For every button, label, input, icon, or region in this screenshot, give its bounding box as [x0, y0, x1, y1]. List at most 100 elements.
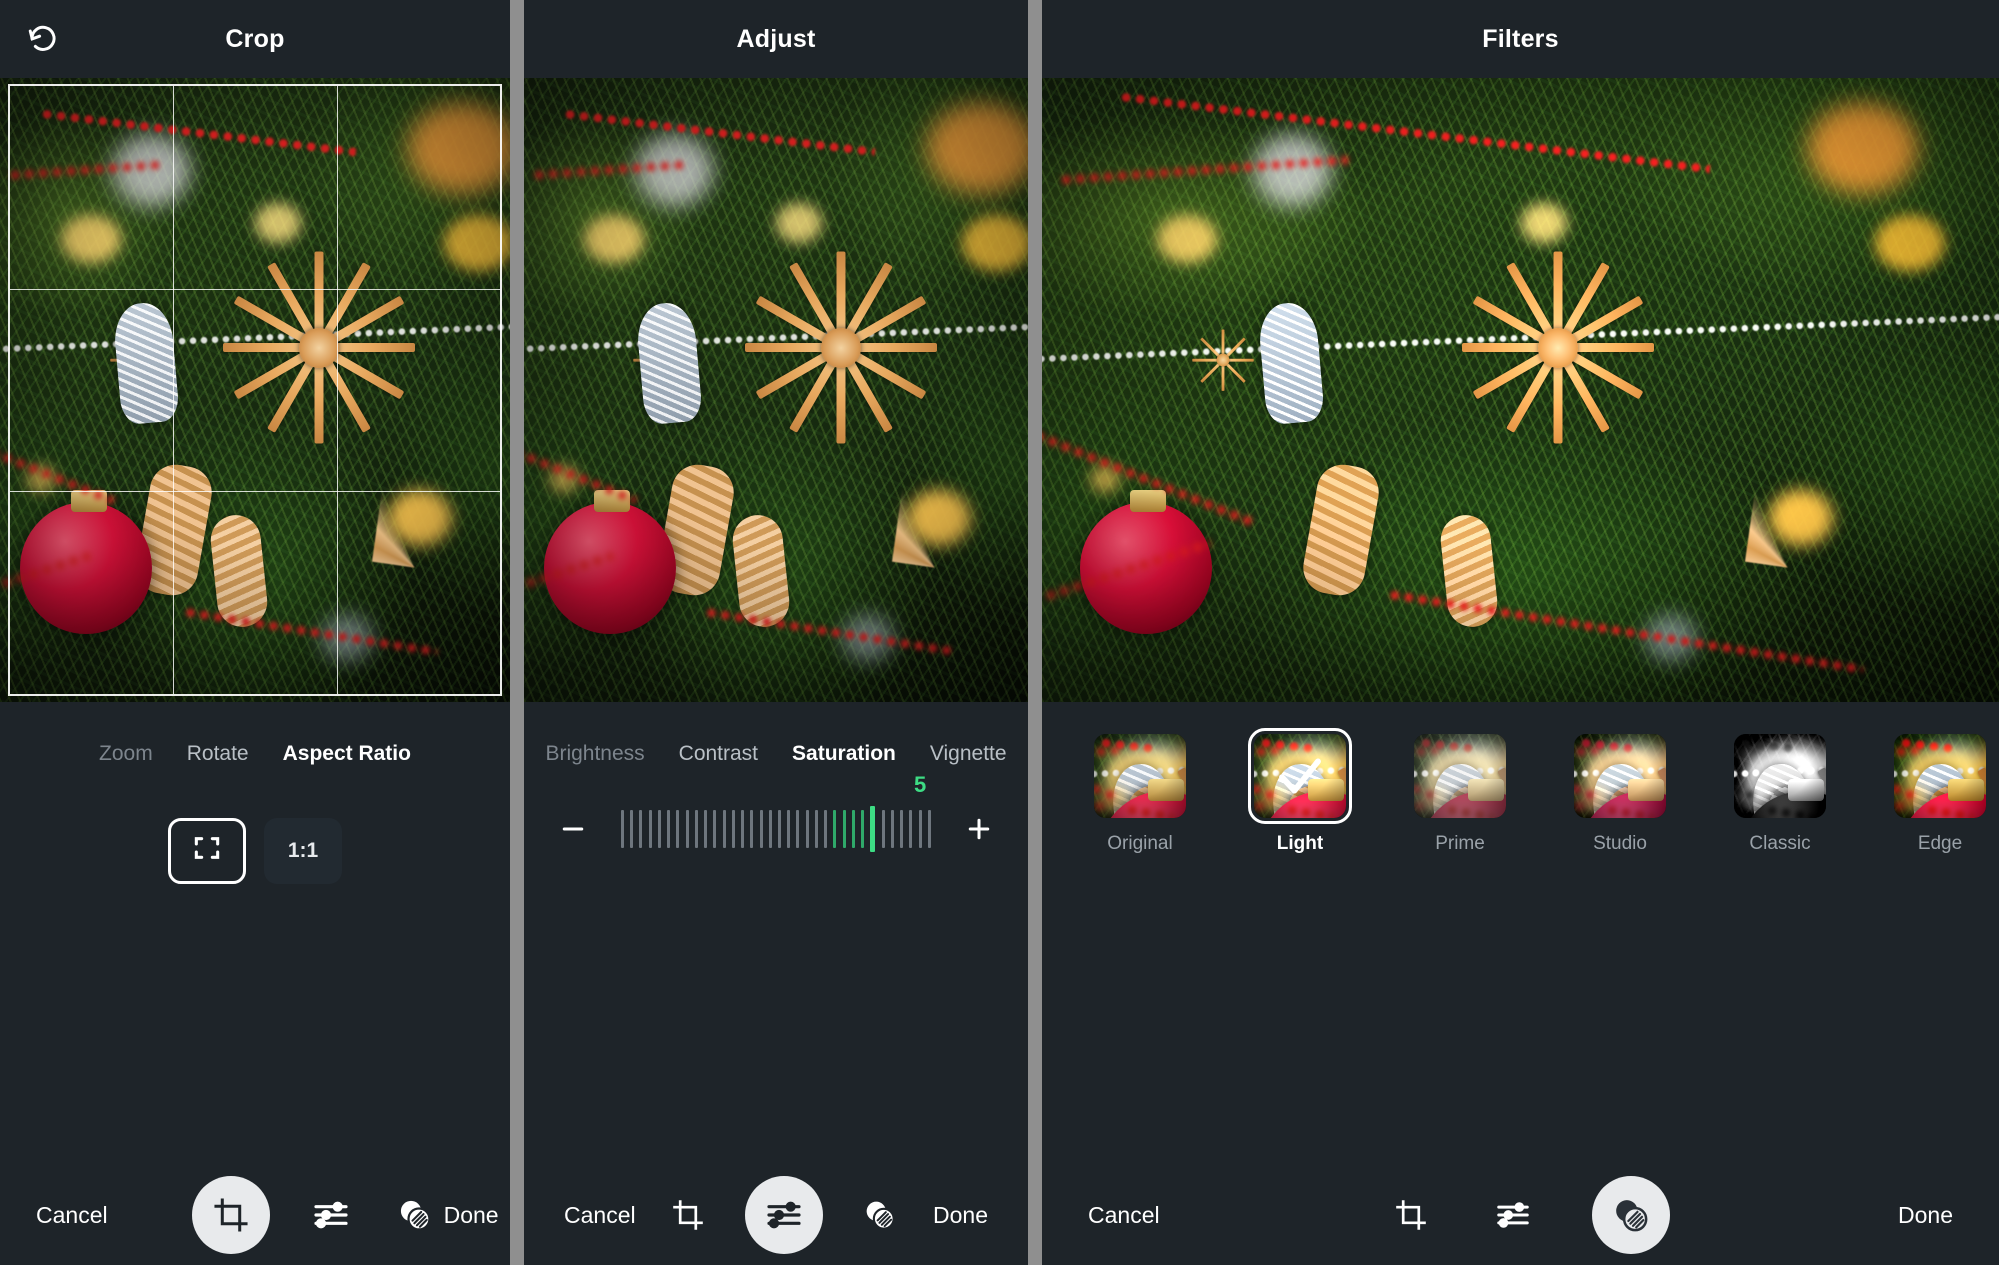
filter-preview-image — [1574, 734, 1666, 818]
filter-item-edge[interactable]: Edge — [1860, 728, 1999, 855]
crop-tool-tabs: Zoom Rotate Aspect Ratio — [0, 702, 510, 766]
filter-preview-image — [1094, 734, 1186, 818]
ruler-tick — [731, 810, 735, 848]
filter-item-prime[interactable]: Prime — [1380, 728, 1540, 855]
ruler-tick — [814, 810, 818, 848]
done-button[interactable]: Done — [927, 1202, 994, 1229]
filter-thumbnail — [1888, 728, 1992, 824]
photo-image — [524, 78, 1028, 702]
ruler-tick — [824, 810, 828, 848]
ruler-tick — [630, 810, 634, 848]
ruler-tick — [676, 810, 680, 848]
filters-bottom-bar: Cancel Done — [1042, 1165, 1999, 1265]
decrease-button[interactable] — [551, 807, 595, 851]
ruler-tick — [842, 810, 846, 848]
cancel-button[interactable]: Cancel — [30, 1202, 114, 1229]
done-button[interactable]: Done — [438, 1202, 505, 1229]
filter-thumbnail — [1568, 728, 1672, 824]
tab-contrast[interactable]: Contrast — [679, 742, 758, 766]
filter-label: Original — [1107, 833, 1173, 854]
ruler-tick — [639, 810, 643, 848]
adjust-icon[interactable] — [745, 1176, 824, 1254]
page-title: Adjust — [736, 24, 816, 53]
adjust-tool-tabs: Brightness Contrast Saturation Vignette — [524, 702, 1028, 766]
filter-preview-image — [1894, 734, 1986, 818]
filters-icon[interactable] — [1591, 1176, 1670, 1254]
photo-image — [1894, 734, 1986, 818]
free-crop-icon — [191, 832, 223, 870]
saturation-slider-area: 5 — [524, 772, 1028, 852]
filter-item-original[interactable]: Original — [1060, 728, 1220, 855]
crop-icon[interactable] — [1388, 1192, 1434, 1238]
ruler-tick — [833, 810, 837, 848]
adjust-icon[interactable] — [1490, 1192, 1536, 1238]
filter-label: Edge — [1917, 833, 1963, 854]
page-title: Crop — [225, 24, 285, 53]
aspect-ratio-1-1-button[interactable]: 1:1 — [264, 818, 342, 884]
ruler-tick — [667, 810, 671, 848]
increase-button[interactable] — [957, 807, 1001, 851]
tab-vignette[interactable]: Vignette — [930, 742, 1007, 766]
filters-icon[interactable] — [392, 1192, 438, 1238]
filter-item-classic[interactable]: Classic — [1700, 728, 1860, 855]
tab-zoom[interactable]: Zoom — [99, 742, 153, 766]
ruler-tick — [787, 810, 791, 848]
tab-rotate[interactable]: Rotate — [187, 742, 249, 766]
photo-image — [1414, 734, 1506, 818]
filter-thumbnail-strip[interactable]: Original Light Prime Studio Classic Edge — [1042, 702, 1999, 855]
ruler-tick — [694, 810, 698, 848]
aspect-ratio-1-1-label: 1:1 — [287, 839, 319, 862]
filter-preview-image — [1734, 734, 1826, 818]
cancel-button[interactable]: Cancel — [558, 1202, 642, 1229]
ruler-tick — [722, 810, 726, 848]
ruler-tick — [900, 810, 904, 848]
panel-divider — [510, 0, 524, 1265]
photo-image — [1734, 734, 1826, 818]
ruler-tick — [621, 810, 624, 848]
ruler-tick — [805, 810, 809, 848]
ruler-tick — [870, 806, 876, 852]
crop-photo-area[interactable] — [0, 78, 510, 702]
filters-photo-area[interactable] — [1042, 78, 1999, 702]
ruler-tick — [657, 810, 661, 848]
ruler-tick — [768, 810, 772, 848]
filter-item-studio[interactable]: Studio — [1540, 728, 1700, 855]
filter-thumbnail — [1408, 728, 1512, 824]
crop-bottom-bar: Cancel Done — [0, 1165, 510, 1265]
filters-icon[interactable] — [857, 1192, 903, 1238]
filter-label: Classic — [1749, 833, 1811, 854]
tab-brightness[interactable]: Brightness — [545, 742, 644, 766]
filter-preview-image — [1254, 734, 1346, 818]
ruler-tick — [927, 810, 931, 848]
filter-item-light[interactable]: Light — [1220, 728, 1380, 855]
filter-thumbnail — [1248, 728, 1352, 824]
cancel-button[interactable]: Cancel — [1082, 1202, 1166, 1229]
ruler-tick — [861, 810, 865, 848]
slider-value-label: 5 — [914, 772, 927, 797]
ruler-tick — [750, 810, 754, 848]
check-icon — [1273, 749, 1327, 803]
adjust-photo-area[interactable] — [524, 78, 1028, 702]
crop-header: Crop — [0, 0, 510, 78]
saturation-ruler[interactable] — [621, 806, 931, 852]
rotate-left-icon[interactable] — [22, 18, 64, 60]
adjust-mode-switcher — [642, 1176, 927, 1254]
aspect-ratio-free-button[interactable] — [168, 818, 246, 884]
ruler-tick — [890, 810, 894, 848]
ruler-tick — [648, 810, 652, 848]
photo-image — [1042, 78, 1999, 702]
aspect-ratio-options: 1:1 — [0, 818, 510, 884]
photo-image — [0, 78, 510, 702]
tab-saturation[interactable]: Saturation — [792, 742, 896, 766]
adjust-icon[interactable] — [308, 1192, 354, 1238]
ruler-tick — [741, 810, 745, 848]
ruler-tick — [909, 810, 913, 848]
adjust-screen: Adjust Brightness Contrast Saturation Vi… — [524, 0, 1028, 1265]
ruler-tick — [796, 810, 800, 848]
crop-icon[interactable] — [665, 1192, 711, 1238]
crop-icon[interactable] — [191, 1176, 270, 1254]
done-button[interactable]: Done — [1892, 1202, 1959, 1229]
page-title: Filters — [1482, 24, 1559, 53]
filters-header: Filters — [1042, 0, 1999, 78]
tab-aspect-ratio[interactable]: Aspect Ratio — [283, 742, 411, 766]
